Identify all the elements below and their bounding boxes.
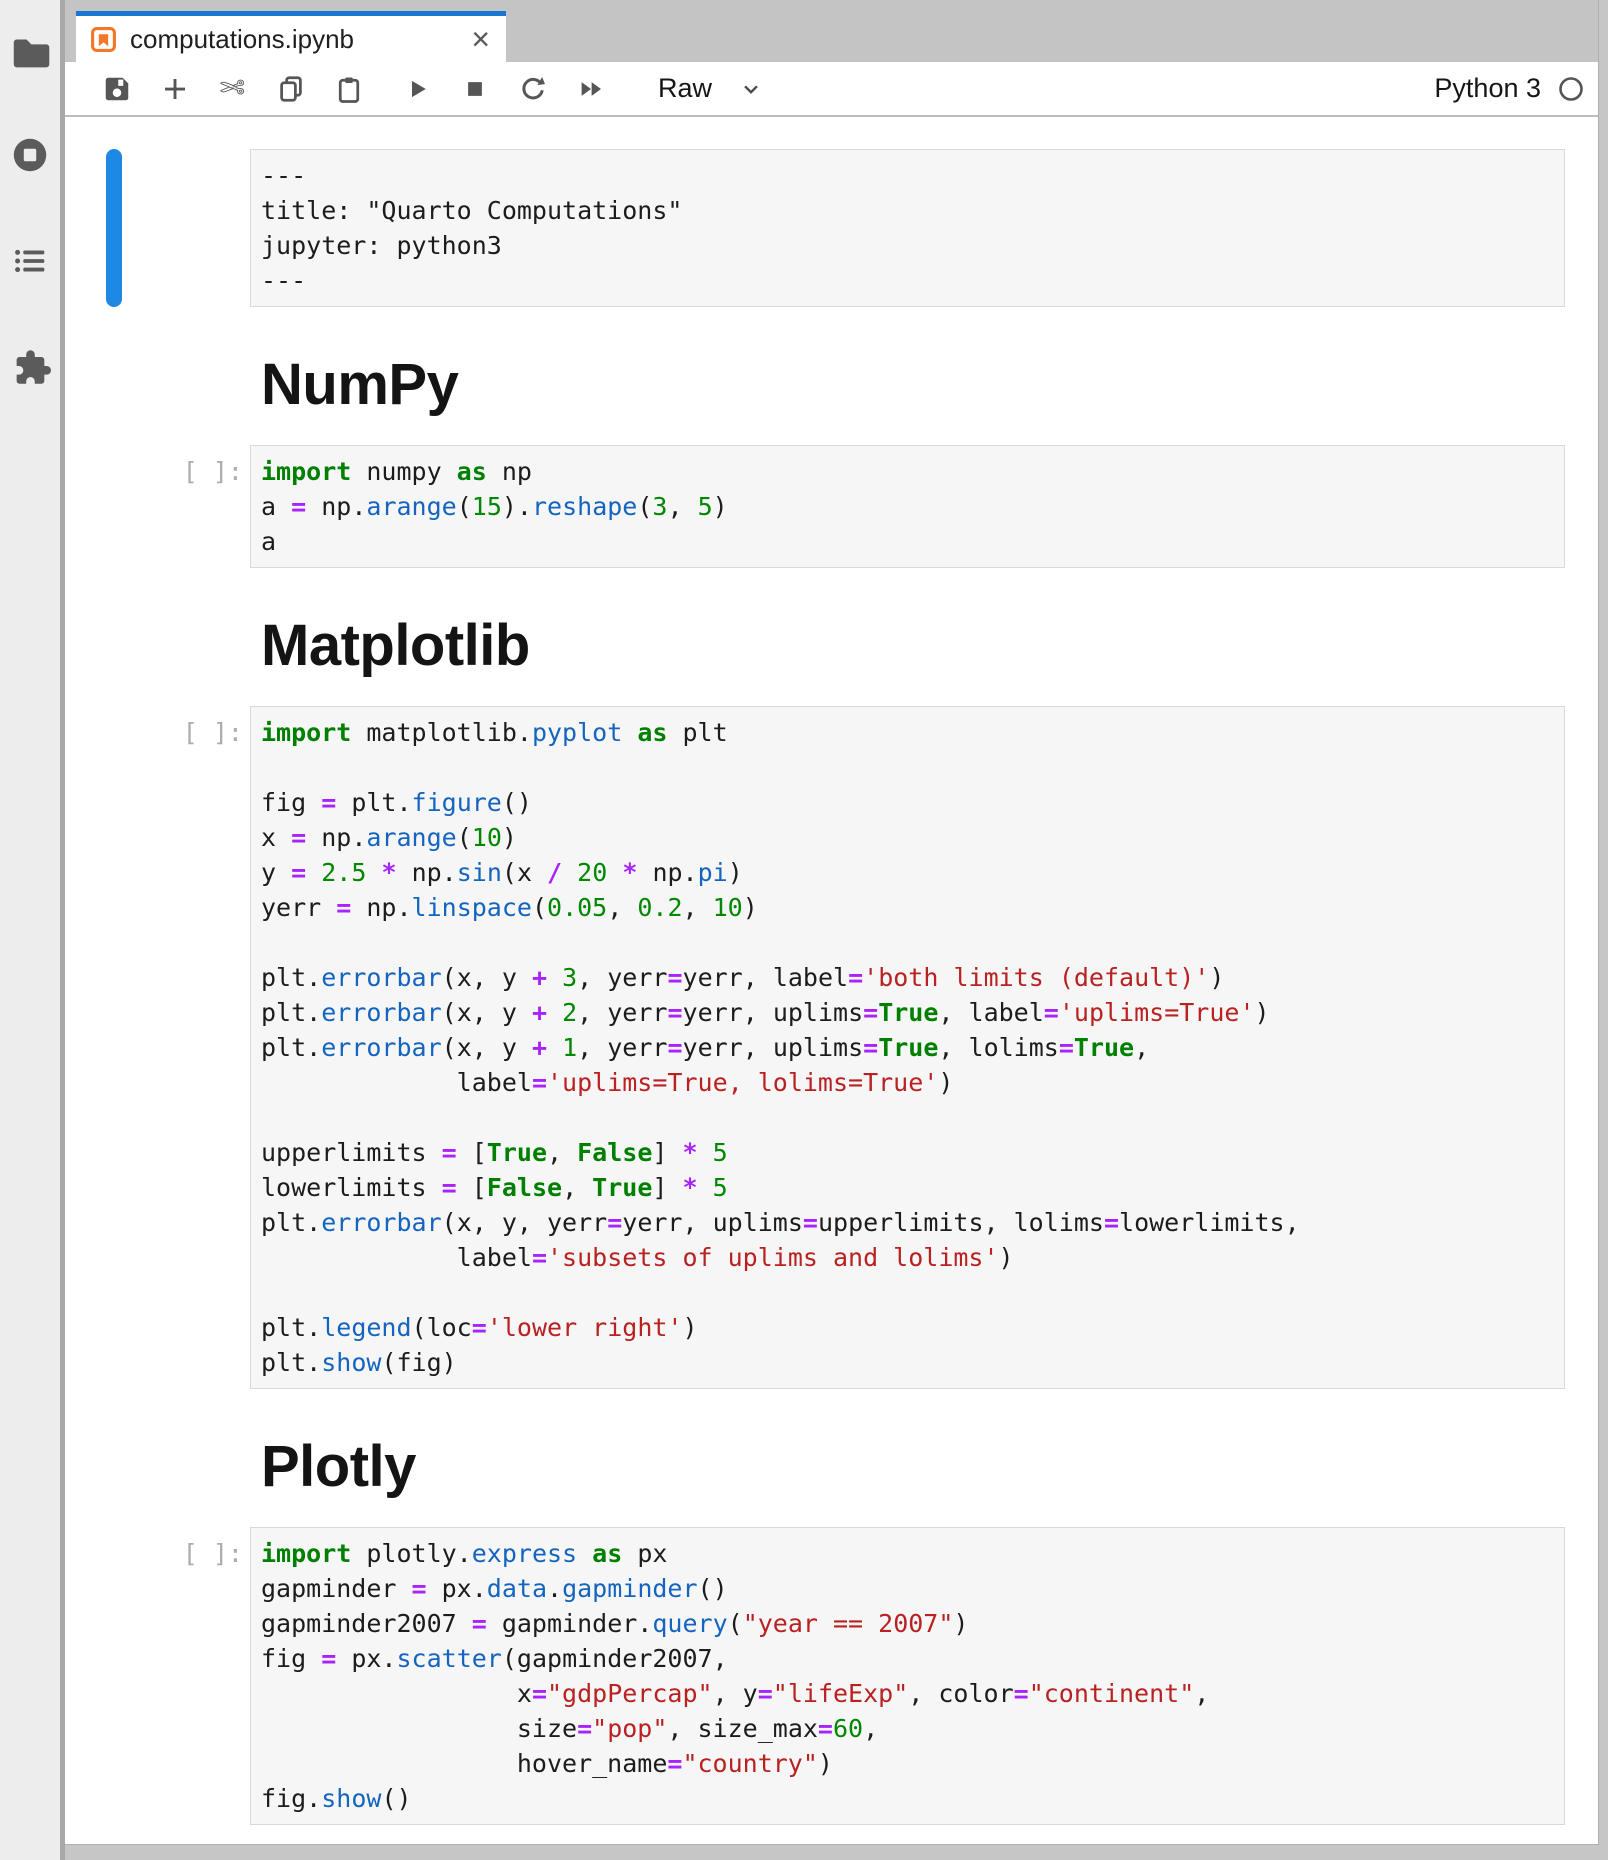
restart-run-all-button[interactable] bbox=[574, 72, 608, 106]
right-window-edge bbox=[1598, 0, 1608, 1860]
stop-circle-icon bbox=[9, 134, 51, 176]
puzzle-icon bbox=[9, 346, 51, 388]
code-line: fig = px.scatter(gapminder2007, bbox=[261, 1641, 1554, 1676]
execution-prompt: [ ]: bbox=[65, 1536, 243, 1571]
code-line: --- bbox=[261, 158, 1554, 193]
copy-cells-button[interactable] bbox=[274, 72, 308, 106]
code-line: jupyter: python3 bbox=[261, 228, 1554, 263]
markdown-heading-cell[interactable]: Plotly bbox=[261, 1427, 1599, 1507]
markdown-heading-cell[interactable]: Matplotlib bbox=[261, 606, 1599, 686]
dock-tab-bar: computations.ipynb × bbox=[65, 0, 1599, 62]
kernel-status-idle-icon bbox=[1557, 75, 1585, 103]
kernel-indicator: Python 3 bbox=[1434, 73, 1599, 104]
code-cell: [ ]:import numpy as npa = np.arange(15).… bbox=[65, 445, 1599, 568]
notebook-panel: ---title: "Quarto Computations"jupyter: … bbox=[65, 117, 1599, 1845]
code-line: plt.legend(loc='lower right') bbox=[261, 1310, 1554, 1345]
sidebar-divider bbox=[60, 0, 65, 1860]
code-line: import matplotlib.pyplot as plt bbox=[261, 715, 1554, 750]
fast-forward-icon bbox=[576, 74, 606, 104]
cell-editor[interactable]: import numpy as npa = np.arange(15).resh… bbox=[250, 445, 1565, 568]
code-line: --- bbox=[261, 263, 1554, 298]
code-line: import plotly.express as px bbox=[261, 1536, 1554, 1571]
scissors-icon: ✄ bbox=[220, 74, 245, 104]
tab-computations-ipynb[interactable]: computations.ipynb × bbox=[76, 11, 506, 62]
code-line: a = np.arange(15).reshape(3, 5) bbox=[261, 489, 1554, 524]
stop-icon bbox=[460, 74, 490, 104]
code-line: plt.show(fig) bbox=[261, 1345, 1554, 1380]
code-line: gapminder2007 = gapminder.query("year ==… bbox=[261, 1606, 1554, 1641]
interrupt-kernel-button[interactable] bbox=[458, 72, 492, 106]
code-line: import numpy as np bbox=[261, 454, 1554, 489]
notebook-cells: ---title: "Quarto Computations"jupyter: … bbox=[65, 149, 1599, 1825]
bottom-scrollbar-gutter bbox=[65, 1844, 1599, 1860]
code-cell: [ ]:import matplotlib.pyplot as plt fig … bbox=[65, 706, 1599, 1389]
code-line: y = 2.5 * np.sin(x / 20 * np.pi) bbox=[261, 855, 1554, 890]
code-line bbox=[261, 1100, 1554, 1135]
raw-cell: ---title: "Quarto Computations"jupyter: … bbox=[65, 149, 1599, 307]
cell-editor[interactable]: import plotly.express as pxgapminder = p… bbox=[250, 1527, 1565, 1825]
left-activity-bar bbox=[0, 0, 60, 1860]
paste-cells-button[interactable] bbox=[332, 72, 366, 106]
active-cell-collapser[interactable] bbox=[106, 149, 122, 307]
plus-icon bbox=[160, 74, 190, 104]
close-icon[interactable]: × bbox=[469, 23, 492, 55]
jupyterlab-window: computations.ipynb × ✄ bbox=[0, 0, 1608, 1860]
code-line: x = np.arange(10) bbox=[261, 820, 1554, 855]
code-line: plt.errorbar(x, y + 3, yerr=yerr, label=… bbox=[261, 960, 1554, 995]
notebook-toolbar: ✄ bbox=[65, 62, 1599, 117]
tab-title: computations.ipynb bbox=[130, 24, 456, 55]
restart-icon bbox=[518, 74, 548, 104]
markdown-heading-cell[interactable]: NumPy bbox=[261, 345, 1599, 425]
code-line: fig = plt.figure() bbox=[261, 785, 1554, 820]
sidebar-item-table-of-contents[interactable] bbox=[9, 240, 51, 282]
run-icon bbox=[402, 74, 432, 104]
restart-kernel-button[interactable] bbox=[516, 72, 550, 106]
code-line bbox=[261, 1275, 1554, 1310]
cell-type-value: Raw bbox=[658, 73, 712, 104]
execution-prompt: [ ]: bbox=[65, 715, 243, 750]
sidebar-item-file-browser[interactable] bbox=[9, 32, 51, 74]
code-line: hover_name="country") bbox=[261, 1746, 1554, 1781]
paste-icon bbox=[334, 74, 364, 104]
execution-prompt: [ ]: bbox=[65, 454, 243, 489]
chevron-down-icon bbox=[738, 76, 764, 102]
cell-editor[interactable]: ---title: "Quarto Computations"jupyter: … bbox=[250, 149, 1565, 307]
code-line: a bbox=[261, 524, 1554, 559]
save-button[interactable] bbox=[100, 72, 134, 106]
cell-type-dropdown[interactable]: Raw bbox=[658, 73, 764, 104]
code-line: label='subsets of uplims and lolims') bbox=[261, 1240, 1554, 1275]
code-line: plt.errorbar(x, y + 2, yerr=yerr, uplims… bbox=[261, 995, 1554, 1030]
code-line: size="pop", size_max=60, bbox=[261, 1711, 1554, 1746]
code-line bbox=[261, 750, 1554, 785]
code-line: gapminder = px.data.gapminder() bbox=[261, 1571, 1554, 1606]
copy-icon bbox=[276, 74, 306, 104]
code-line: fig.show() bbox=[261, 1781, 1554, 1816]
code-line: label='uplims=True, lolims=True') bbox=[261, 1065, 1554, 1100]
code-cell: [ ]:import plotly.express as pxgapminder… bbox=[65, 1527, 1599, 1825]
list-icon bbox=[9, 240, 51, 282]
code-line: plt.errorbar(x, y + 1, yerr=yerr, uplims… bbox=[261, 1030, 1554, 1065]
code-line bbox=[261, 925, 1554, 960]
kernel-name[interactable]: Python 3 bbox=[1434, 73, 1541, 104]
sidebar-item-running-sessions[interactable] bbox=[9, 134, 51, 176]
run-cell-button[interactable] bbox=[400, 72, 434, 106]
code-line: lowerlimits = [False, True] * 5 bbox=[261, 1170, 1554, 1205]
folder-icon bbox=[9, 32, 51, 74]
save-icon bbox=[102, 74, 132, 104]
insert-cell-button[interactable] bbox=[158, 72, 192, 106]
cut-cells-button[interactable]: ✄ bbox=[216, 72, 250, 106]
cell-editor[interactable]: import matplotlib.pyplot as plt fig = pl… bbox=[250, 706, 1565, 1389]
notebook-file-icon bbox=[90, 26, 117, 53]
code-line: yerr = np.linspace(0.05, 0.2, 10) bbox=[261, 890, 1554, 925]
sidebar-item-extensions[interactable] bbox=[9, 346, 51, 388]
code-line: x="gdpPercap", y="lifeExp", color="conti… bbox=[261, 1676, 1554, 1711]
code-line: plt.errorbar(x, y, yerr=yerr, uplims=upp… bbox=[261, 1205, 1554, 1240]
code-line: upperlimits = [True, False] * 5 bbox=[261, 1135, 1554, 1170]
code-line: title: "Quarto Computations" bbox=[261, 193, 1554, 228]
